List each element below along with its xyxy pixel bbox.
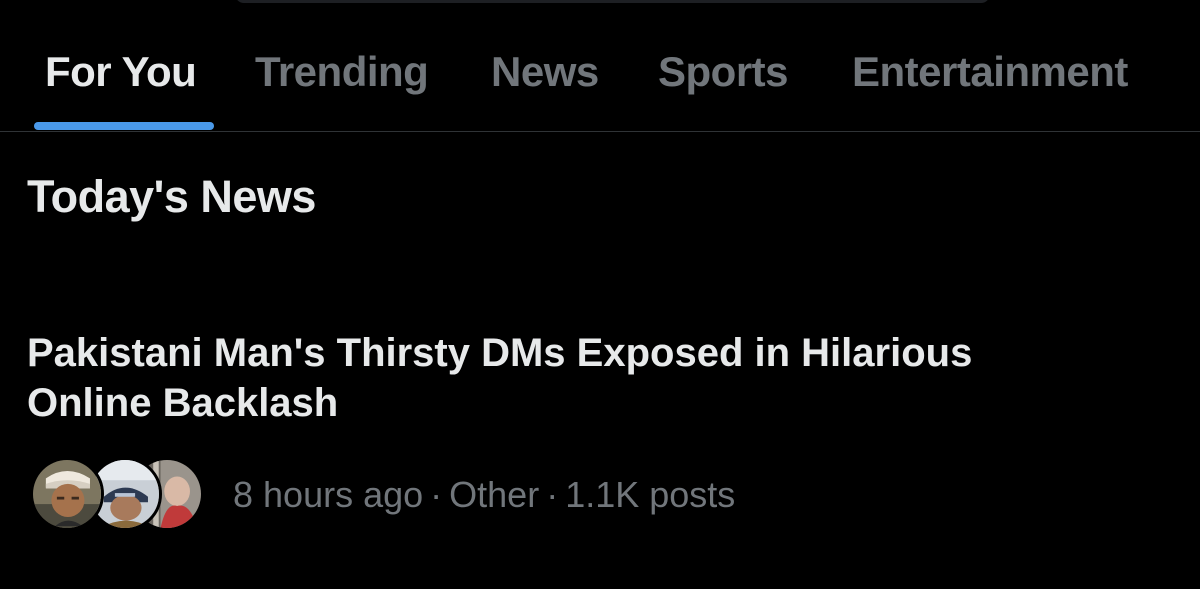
story-meta: 8 hours ago · Other · 1.1K posts	[233, 470, 735, 520]
explore-tab-bar: For You Trending News Sports Entertainme…	[0, 0, 1200, 132]
section-title: Today's News	[27, 171, 316, 222]
tab-for-you[interactable]: For You	[45, 44, 197, 100]
person-avatar-icon	[33, 460, 101, 528]
tab-sports[interactable]: Sports	[658, 44, 789, 100]
separator-dot: ·	[546, 474, 559, 515]
story-headline[interactable]: Pakistani Man's Thirsty DMs Exposed in H…	[27, 328, 1087, 428]
avatar	[30, 457, 104, 531]
tab-trending[interactable]: Trending	[255, 44, 429, 100]
story-post-count: 1.1K posts	[565, 474, 736, 515]
active-tab-indicator	[34, 122, 214, 130]
tab-news[interactable]: News	[491, 44, 599, 100]
separator-dot: ·	[430, 474, 443, 515]
story-time: 8 hours ago	[233, 474, 424, 515]
news-story-item[interactable]: Pakistani Man's Thirsty DMs Exposed in H…	[0, 320, 1200, 560]
story-category: Other	[449, 474, 540, 515]
avatar-stack	[30, 457, 210, 533]
tab-entertainment[interactable]: Entertainment	[852, 44, 1128, 100]
